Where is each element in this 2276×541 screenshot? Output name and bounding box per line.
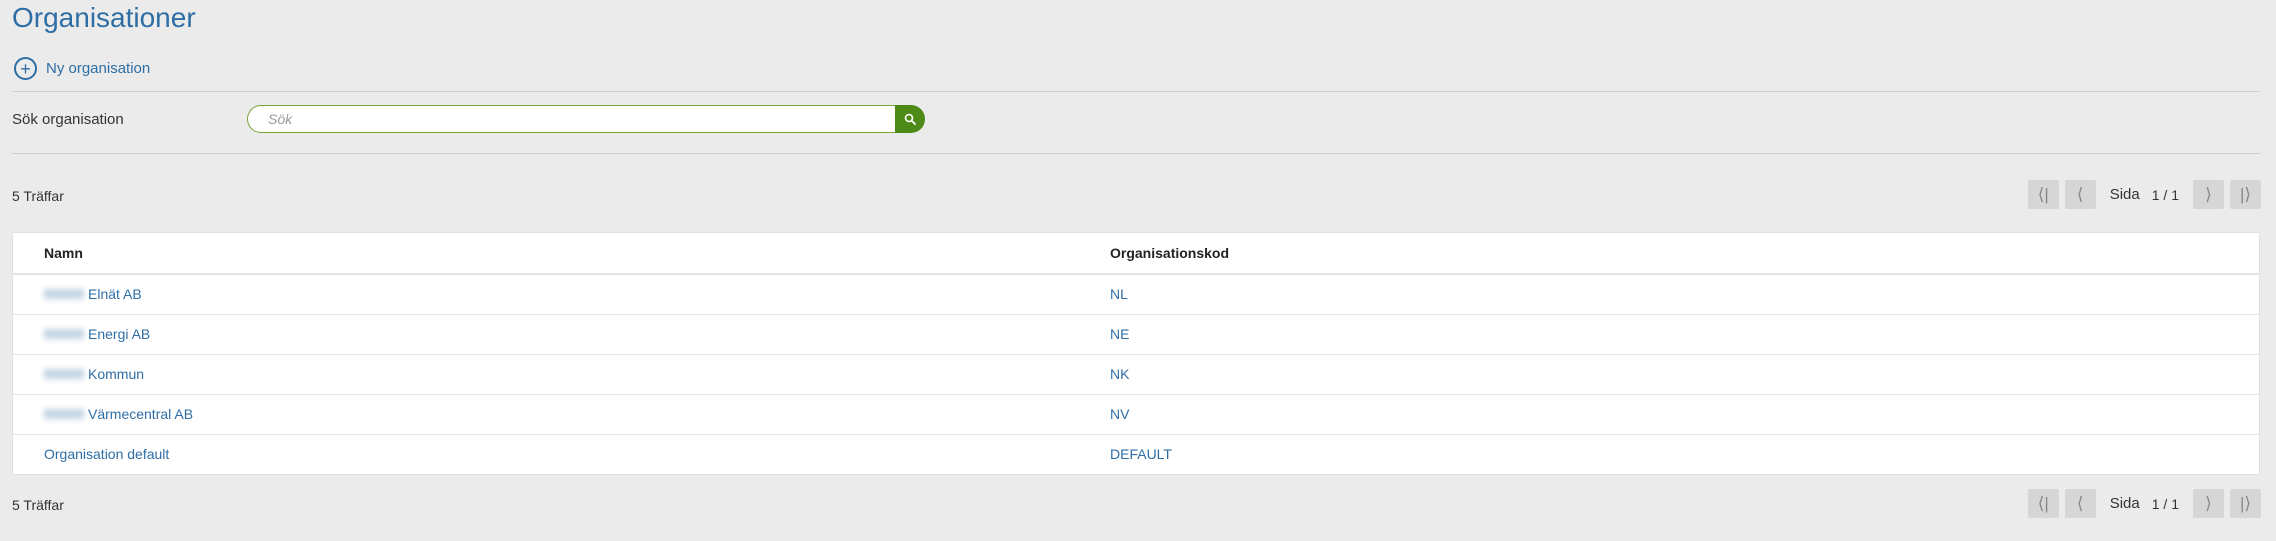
search-icon [904,113,916,125]
page-title: Organisationer [12,2,196,33]
org-name-link[interactable]: Organisation default [44,446,169,462]
table-row[interactable]: Energi AB NE [13,315,2259,355]
org-code-link[interactable]: NE [1110,326,1129,342]
organisation-table: Namn Organisationskod Elnät AB NL Energi… [12,232,2260,475]
org-name-link[interactable]: Kommun [88,366,144,382]
org-name-link[interactable]: Energi AB [88,326,150,342]
last-page-button[interactable]: |⟩ [2230,489,2261,518]
search-label: Sök organisation [12,111,124,128]
table-row[interactable]: Elnät AB NL [13,275,2259,315]
hit-count: 5 Träffar [12,497,64,513]
org-code-link[interactable]: DEFAULT [1110,446,1172,462]
previous-page-button[interactable]: ⟨ [2064,180,2096,209]
search-bar [247,105,925,133]
table-row[interactable]: Värmecentral AB NV [13,395,2259,435]
redacted-text [44,289,84,300]
column-header-name[interactable]: Namn [13,245,1110,261]
org-name-link[interactable]: Värmecentral AB [88,406,193,422]
redacted-text [44,329,84,340]
redacted-text [44,369,84,380]
plus-circle-icon: + [14,57,37,80]
page-label: Sida [2109,186,2140,203]
pagination-bottom: ⟨| ⟨ Sida 1 / 1 ⟩ |⟩ [2027,489,2261,518]
next-page-button[interactable]: ⟩ [2193,489,2224,518]
org-code-link[interactable]: NL [1110,286,1128,302]
org-code-link[interactable]: NK [1110,366,1129,382]
divider [12,91,2260,92]
org-code-link[interactable]: NV [1110,406,1129,422]
search-button[interactable] [895,105,925,133]
first-page-button[interactable]: ⟨| [2027,180,2059,209]
org-name-link[interactable]: Elnät AB [88,286,142,302]
search-input[interactable] [247,105,895,133]
page-indicator: 1 / 1 [2151,495,2179,512]
previous-page-button[interactable]: ⟨ [2064,489,2096,518]
column-header-code[interactable]: Organisationskod [1110,245,2259,261]
table-header: Namn Organisationskod [13,233,2259,275]
page-indicator: 1 / 1 [2151,186,2179,203]
first-page-button[interactable]: ⟨| [2027,489,2059,518]
page-label: Sida [2109,495,2140,512]
table-row[interactable]: Kommun NK [13,355,2259,395]
table-row[interactable]: Organisation default DEFAULT [13,435,2259,474]
divider [12,153,2260,154]
new-organisation-button[interactable]: + Ny organisation [14,57,150,80]
redacted-text [44,409,84,420]
last-page-button[interactable]: |⟩ [2230,180,2261,209]
hit-count: 5 Träffar [12,188,64,204]
pagination-top: ⟨| ⟨ Sida 1 / 1 ⟩ |⟩ [2027,180,2261,209]
next-page-button[interactable]: ⟩ [2193,180,2224,209]
new-organisation-label: Ny organisation [46,60,151,77]
